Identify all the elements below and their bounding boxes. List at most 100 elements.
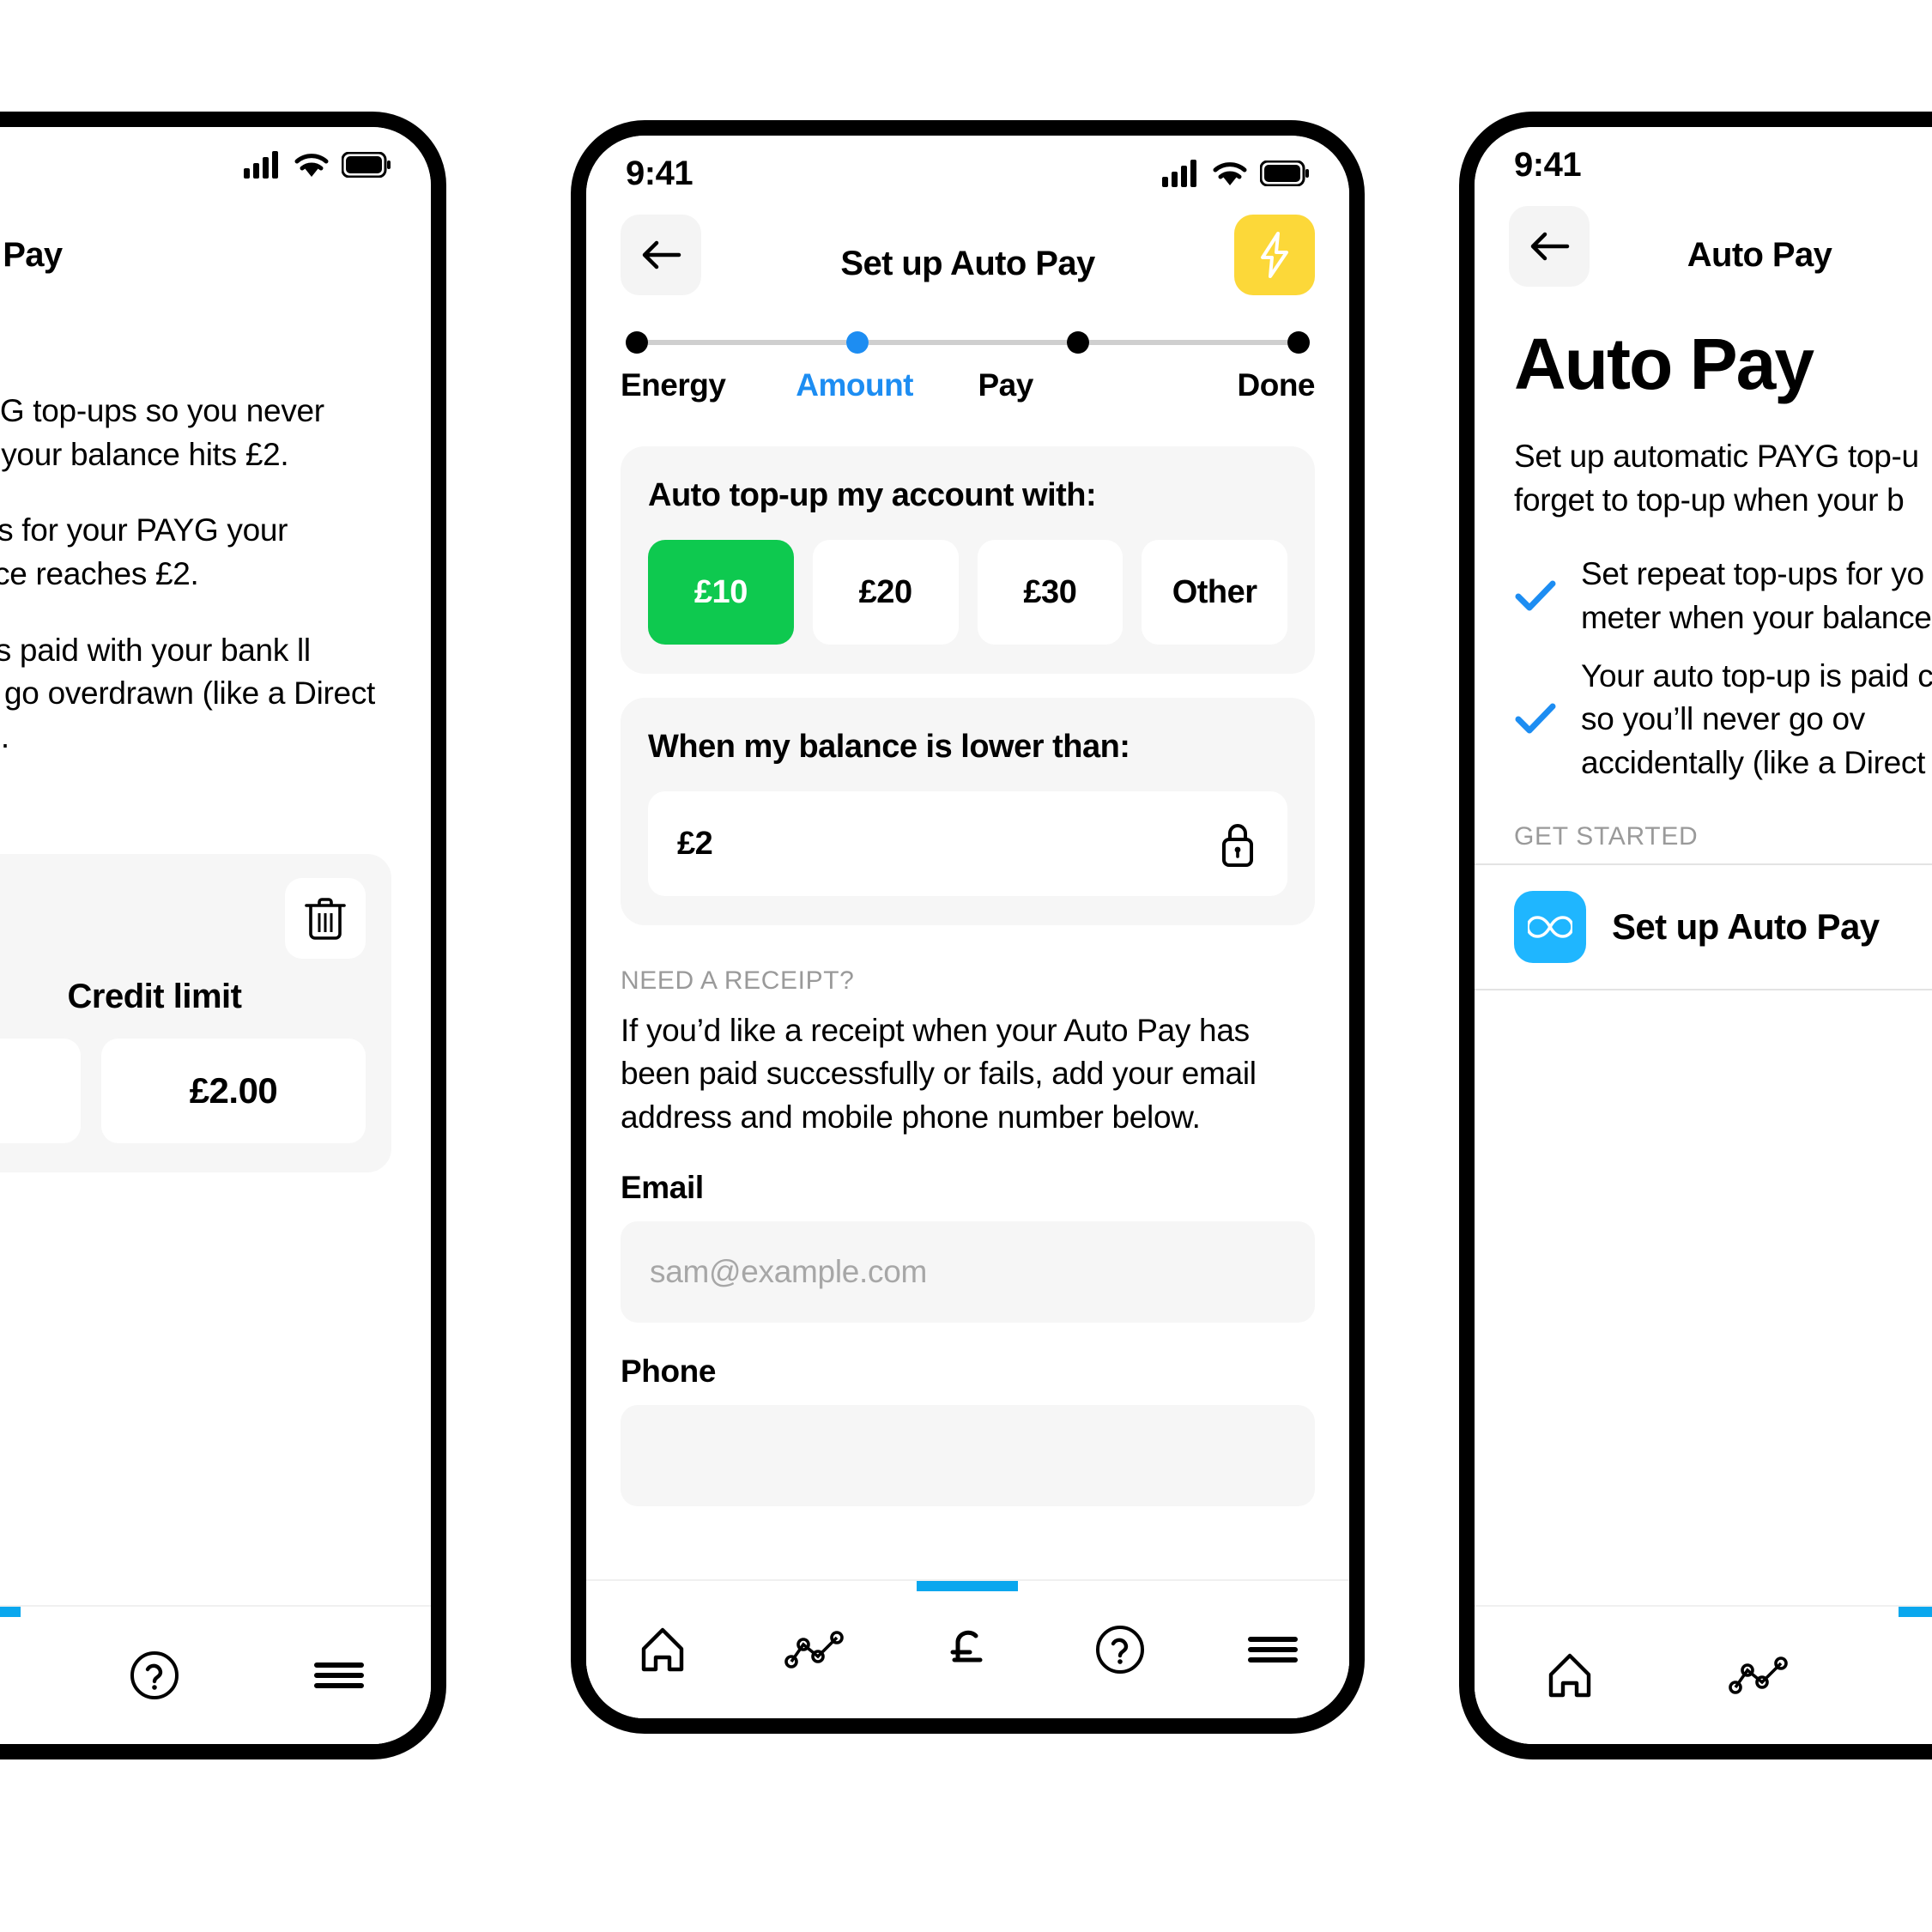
tab-usage[interactable] <box>739 1581 892 1718</box>
step-line-2 <box>869 340 1067 345</box>
home-icon <box>637 1625 688 1675</box>
set-up-auto-pay-row[interactable]: Set up Auto Pay <box>1475 863 1932 990</box>
status-time: 9:41 <box>1514 145 1582 184</box>
tab-active-indicator <box>0 1607 21 1617</box>
benefits-list: Set repeat top-ups for yo meter when you… <box>1475 522 1932 784</box>
step-label-energy[interactable]: Energy <box>621 367 789 403</box>
credit-limit-fields: £2.00 <box>0 1038 366 1143</box>
list-item: Set repeat top-ups for yo meter when you… <box>1514 553 1932 639</box>
setup-stepper: Energy Amount Pay Done <box>621 331 1316 403</box>
check-icon <box>1514 700 1557 738</box>
tab-help[interactable] <box>63 1607 247 1744</box>
menu-icon <box>313 1658 365 1693</box>
balance-threshold-field[interactable]: £2 <box>648 791 1287 896</box>
set-up-auto-pay-label: Set up Auto Pay <box>1612 905 1880 947</box>
amount-options: £10 £20 £30 Other <box>648 540 1287 645</box>
tab-home[interactable] <box>586 1581 739 1718</box>
back-button[interactable] <box>1509 206 1590 287</box>
phone-label: Phone <box>621 1353 717 1389</box>
amount-option-20[interactable]: £20 <box>812 540 959 645</box>
nav-bar-middle: Set up Auto Pay <box>586 192 1349 295</box>
nav-bar-left: Auto Pay <box>0 184 431 278</box>
step-dot-amount[interactable] <box>846 331 869 354</box>
phone-right: 9:41 Auto Pay Auto Pay Set up automatic … <box>1459 112 1932 1759</box>
battery-icon <box>1260 160 1310 186</box>
benefit-text: Your auto top-up is paid card, so you’ll… <box>1581 658 1932 780</box>
top-up-amount-label: Auto top-up my account with: <box>648 477 1097 513</box>
back-button[interactable] <box>621 215 701 295</box>
tab-active-indicator <box>917 1581 1019 1591</box>
email-input[interactable]: sam@example.com <box>621 1220 1315 1323</box>
trash-icon <box>304 896 347 941</box>
amount-option-10[interactable]: £10 <box>648 540 794 645</box>
usage-chart-icon <box>784 1629 847 1670</box>
check-icon <box>1514 578 1557 615</box>
step-dot-pay[interactable] <box>1067 331 1089 354</box>
wifi-icon <box>1212 160 1248 187</box>
amount-option-other[interactable]: Other <box>1142 540 1287 645</box>
pound-icon <box>1925 1650 1932 1701</box>
tab-menu[interactable] <box>246 1607 431 1744</box>
email-label: Email <box>621 1169 704 1205</box>
tab-usage[interactable] <box>1664 1607 1854 1744</box>
step-label-amount[interactable]: Amount <box>789 367 964 403</box>
step-line-1 <box>648 340 846 345</box>
status-icons <box>244 151 391 179</box>
tab-bar-left <box>0 1605 431 1744</box>
tab-home[interactable] <box>1475 1607 1664 1744</box>
status-bar-right: 9:41 <box>1475 127 1932 184</box>
stepper-labels: Energy Amount Pay Done <box>621 367 1316 403</box>
menu-icon <box>1247 1632 1299 1667</box>
tab-payments[interactable] <box>1855 1607 1932 1744</box>
help-icon <box>129 1650 180 1701</box>
help-icon <box>1094 1624 1146 1675</box>
tab-bar-right <box>1475 1605 1932 1744</box>
get-started-eyebrow: GET STARTED <box>1514 821 1699 851</box>
lock-icon <box>1217 819 1258 869</box>
tab-help[interactable] <box>1044 1581 1196 1718</box>
credit-limit-label: Credit limit <box>67 977 242 1015</box>
signal-icon <box>244 151 282 179</box>
phone-input[interactable] <box>621 1404 1315 1506</box>
step-dot-energy[interactable] <box>626 331 648 354</box>
stepper-track <box>621 331 1315 354</box>
amount-option-30[interactable]: £30 <box>977 540 1123 645</box>
screen-set-up-auto-pay: 9:41 Set up Auto Pay Energy Amount Pay D… <box>586 136 1349 1718</box>
lightning-bolt-icon <box>1255 231 1294 279</box>
step-dot-done[interactable] <box>1287 331 1310 354</box>
tab-payments[interactable] <box>0 1607 63 1744</box>
infinity-icon <box>1514 890 1586 963</box>
status-time: 9:41 <box>626 154 693 192</box>
tab-active-indicator <box>1899 1607 1932 1617</box>
credit-limit-field-left[interactable] <box>0 1038 81 1143</box>
screen-auto-pay-settings: Auto Pay c PAYG top-ups so you never whe… <box>0 127 431 1744</box>
step-line-3 <box>1089 340 1287 345</box>
phone-middle: 9:41 Set up Auto Pay Energy Amount Pay D… <box>571 120 1365 1734</box>
step-label-done[interactable]: Done <box>1147 367 1316 403</box>
delete-button[interactable] <box>285 877 366 959</box>
status-bar-middle: 9:41 <box>586 136 1349 192</box>
pound-icon <box>943 1624 991 1675</box>
list-item: Your auto top-up is paid card, so you’ll… <box>1514 655 1932 784</box>
tab-payments[interactable] <box>892 1581 1045 1718</box>
battery-icon <box>342 152 391 178</box>
balance-threshold-value: £2 <box>677 825 713 862</box>
heading-auto-pay: Auto Pay <box>1514 324 1814 404</box>
benefit-text: Set repeat top-ups for yo meter when you… <box>1581 556 1932 635</box>
credit-limit-value[interactable]: £2.00 <box>101 1038 366 1143</box>
top-up-amount-card: Auto top-up my account with: £10 £20 £30… <box>621 446 1315 674</box>
tab-menu[interactable] <box>1196 1581 1349 1718</box>
intro-paragraph: Set up automatic PAYG top-u forget to to… <box>1514 439 1919 518</box>
wifi-icon <box>294 151 330 179</box>
receipt-section: NEED A RECEIPT? If you’d like a receipt … <box>586 949 1349 1506</box>
balance-threshold-card: When my balance is lower than: £2 <box>621 698 1315 925</box>
left-paragraph-1: c PAYG top-ups so you never when your ba… <box>0 393 324 472</box>
receipt-eyebrow: NEED A RECEIPT? <box>621 966 855 995</box>
energy-boost-button[interactable] <box>1234 215 1315 295</box>
signal-icon <box>1162 160 1200 187</box>
home-icon <box>1544 1650 1596 1700</box>
receipt-body: If you’d like a receipt when your Auto P… <box>621 1013 1257 1135</box>
credit-limit-card: Credit limit £2.00 <box>0 853 391 1172</box>
screen-auto-pay-overview: 9:41 Auto Pay Auto Pay Set up automatic … <box>1475 127 1932 1744</box>
step-label-pay[interactable]: Pay <box>965 367 1147 403</box>
